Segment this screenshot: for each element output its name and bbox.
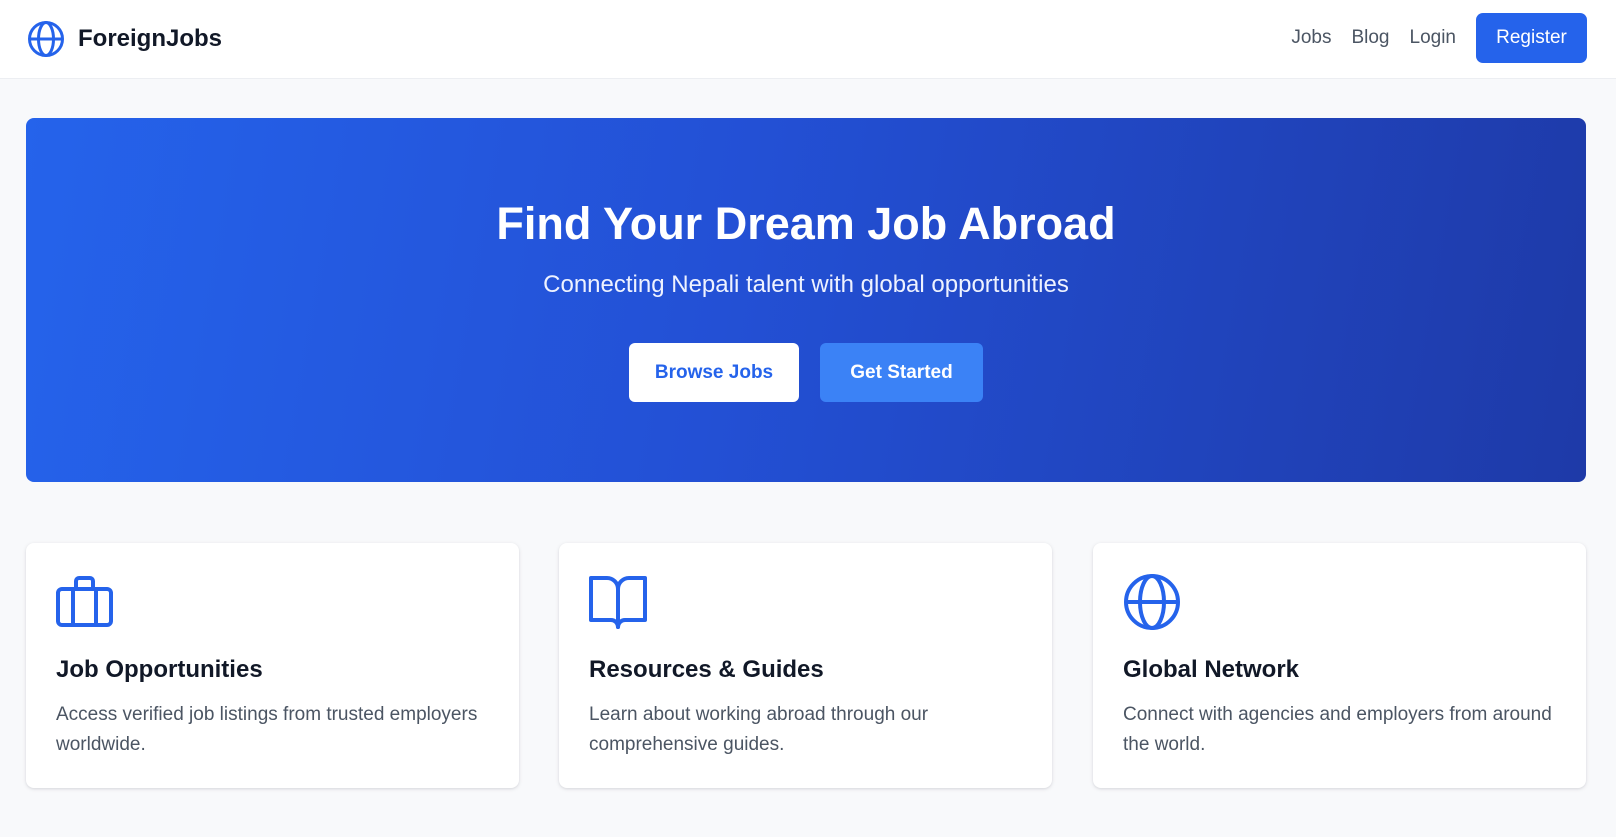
brand[interactable]: ForeignJobs [26,19,222,59]
briefcase-icon [56,576,113,627]
feature-card-network: Global Network Connect with agencies and… [1093,543,1586,788]
nav-link-blog[interactable]: Blog [1351,27,1389,49]
feature-card-resources: Resources & Guides Learn about working a… [559,543,1052,788]
brand-name: ForeignJobs [78,25,223,52]
feature-description: Connect with agencies and employers from… [1123,704,1552,755]
nav-link-jobs[interactable]: Jobs [1291,27,1331,49]
feature-description: Access verified job listings from truste… [56,704,478,755]
feature-title: Job Opportunities [56,656,263,683]
hero-subtitle: Connecting Nepali talent with global opp… [543,271,1069,298]
top-navbar: ForeignJobs Jobs Blog Login Register [0,0,1616,79]
hero-banner: Find Your Dream Job Abroad Connecting Ne… [26,118,1586,482]
main-nav: Jobs Blog Login Register [1291,13,1587,63]
feature-title: Resources & Guides [589,656,824,683]
globe-icon [1124,574,1180,630]
nav-link-login[interactable]: Login [1410,27,1457,49]
hero-actions: Browse Jobs Get Started [26,343,1586,402]
hero-title: Find Your Dream Job Abroad [496,198,1116,249]
book-open-icon [589,576,647,629]
browse-jobs-button[interactable]: Browse Jobs [629,343,799,402]
register-button[interactable]: Register [1476,13,1587,63]
get-started-button[interactable]: Get Started [820,343,983,402]
feature-description: Learn about working abroad through our c… [589,704,929,755]
feature-title: Global Network [1123,656,1300,683]
globe-icon [28,21,64,57]
feature-card-jobs: Job Opportunities Access verified job li… [26,543,519,788]
